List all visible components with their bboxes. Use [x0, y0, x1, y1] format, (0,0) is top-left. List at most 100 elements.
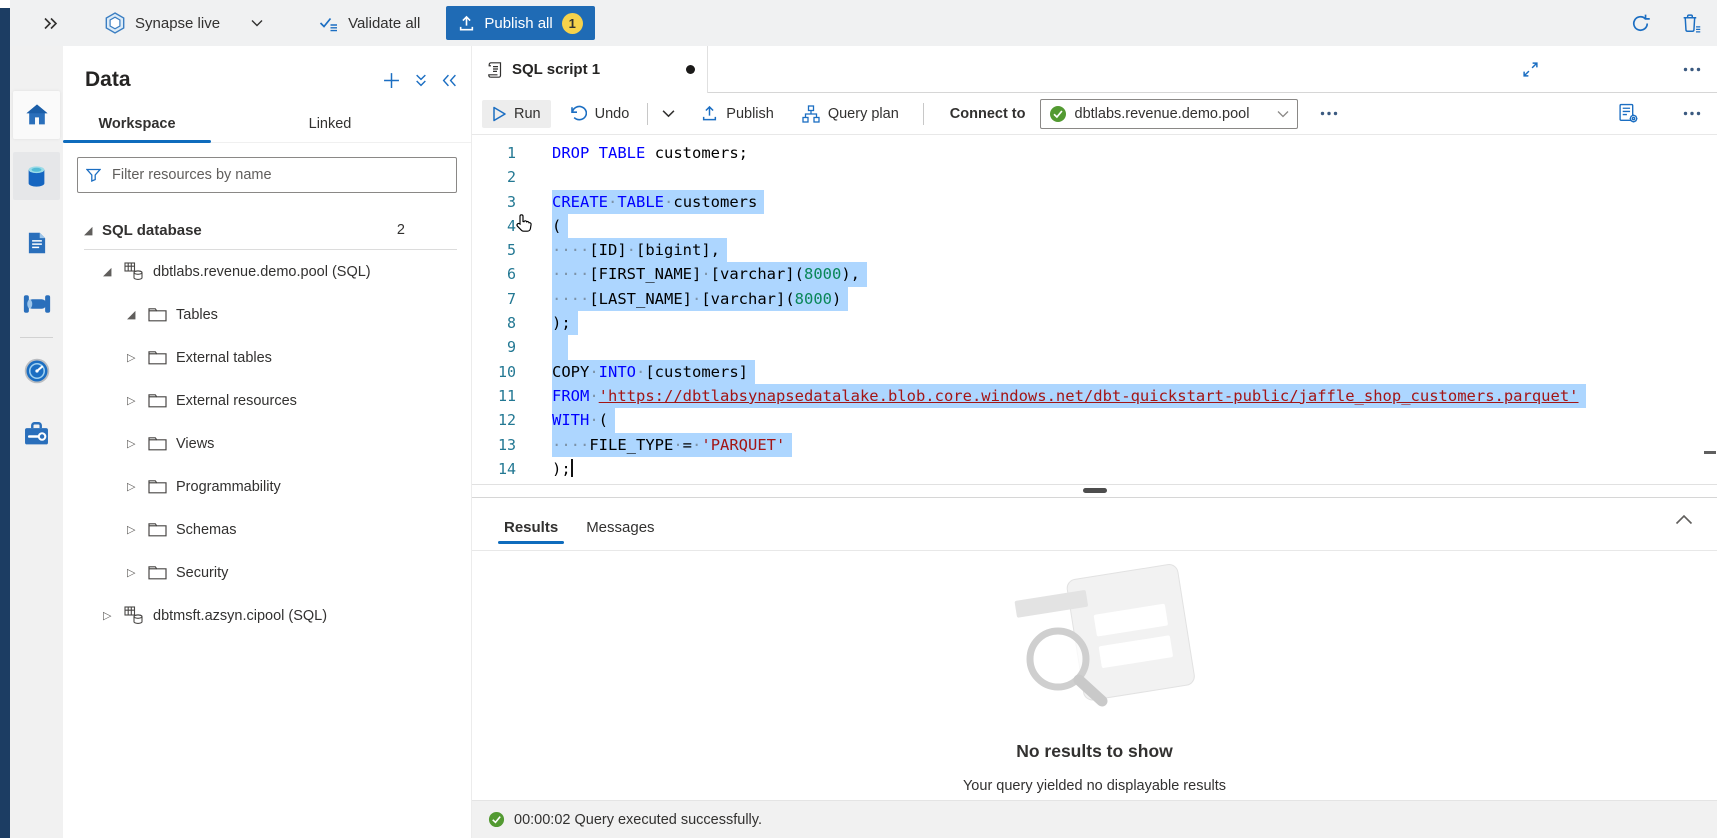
splitter-handle-icon[interactable] [1083, 488, 1107, 493]
filter-resources-input[interactable] [110, 166, 448, 184]
add-resource-icon[interactable] [383, 72, 400, 89]
refresh-icon[interactable] [1630, 13, 1651, 34]
mode-label: Synapse live [135, 15, 220, 32]
code-line-3[interactable]: 3CREATE·TABLE·customers [472, 190, 1717, 214]
code-line-6[interactable]: 6····[FIRST_NAME]·[varchar](8000), [472, 262, 1717, 286]
status-success-icon [488, 811, 505, 828]
discard-all-icon[interactable] [1681, 13, 1701, 34]
run-button[interactable]: Run [482, 100, 551, 128]
code-line-2[interactable]: 2 [472, 165, 1717, 189]
connection-dropdown[interactable]: dbtlabs.revenue.demo.pool [1040, 99, 1298, 129]
tree-item-tables[interactable]: ◢Tables [63, 293, 471, 336]
run-options-chevron-icon[interactable] [656, 109, 681, 118]
expand-editor-icon[interactable] [1522, 46, 1539, 93]
tree-item-views[interactable]: ▷ Views [63, 422, 471, 465]
tree-root-sql-database[interactable]: ◢ SQL database 2 [84, 217, 457, 243]
publish-all-button[interactable]: Publish all 1 [446, 6, 594, 40]
panel-splitter[interactable] [472, 485, 1717, 497]
folder-icon [148, 393, 167, 408]
results-empty-state: No results to show Your query yielded no… [472, 551, 1717, 800]
tab-sql-script-1[interactable]: SQL script 1 [472, 46, 708, 93]
code-line-11[interactable]: 11FROM·'https://dbtlabsynapsedatalake.bl… [472, 384, 1717, 408]
code-editor[interactable]: 1DROP TABLE customers;23CREATE·TABLE·cus… [472, 135, 1717, 485]
collapse-results-chevron-up-icon[interactable] [1675, 514, 1693, 525]
expander-icon[interactable]: ▷ [127, 351, 142, 364]
integrate-icon [22, 291, 52, 317]
expander-icon[interactable]: ◢ [127, 308, 142, 321]
sql-pool-icon [124, 606, 144, 625]
code-line-5[interactable]: 5····[ID]·[bigint], [472, 238, 1717, 262]
empty-state-title: No results to show [1016, 741, 1173, 762]
develop-icon [24, 229, 50, 257]
code-line-4[interactable]: 4( [472, 214, 1717, 238]
expander-icon[interactable]: ◢ [103, 265, 118, 278]
undo-button[interactable]: Undo [559, 99, 640, 128]
folder-icon [148, 479, 167, 494]
query-plan-button[interactable]: Query plan [792, 99, 909, 129]
tree-item-dbtlabs-revenue-demo-pool-sql[interactable]: ◢dbtlabs.revenue.demo.pool (SQL) [63, 250, 471, 293]
rail-item-develop[interactable] [13, 219, 60, 267]
properties-icon[interactable] [1618, 103, 1639, 124]
line-number: 2 [472, 165, 516, 189]
expander-icon[interactable]: ▷ [127, 523, 142, 536]
line-number: 4 [472, 214, 516, 238]
code-line-7[interactable]: 7····[LAST_NAME]·[varchar](8000) [472, 287, 1717, 311]
overview-ruler[interactable] [1703, 135, 1717, 484]
connection-ok-icon [1049, 105, 1067, 123]
sql-script-icon [486, 61, 503, 79]
undo-label: Undo [595, 106, 630, 122]
tab-results[interactable]: Results [490, 519, 572, 550]
tree-item-external-tables[interactable]: ▷External tables [63, 336, 471, 379]
expander-icon[interactable]: ▷ [127, 437, 142, 450]
expander-icon[interactable]: ▷ [127, 566, 142, 579]
monitor-icon [23, 357, 51, 385]
expander-icon[interactable]: ▷ [127, 480, 142, 493]
tree-item-security[interactable]: ▷Security [63, 551, 471, 594]
panel-title: Data [85, 68, 131, 92]
rail-item-integrate[interactable] [13, 280, 60, 328]
tree-item-external-resources[interactable]: ▷External resources [63, 379, 471, 422]
code-line-10[interactable]: 10COPY·INTO·[customers] [472, 360, 1717, 384]
code-line-13[interactable]: 13····FILE_TYPE·=·'PARQUET' [472, 433, 1717, 457]
collapse-panel-icon[interactable] [442, 74, 457, 87]
toolbar-overflow-icon[interactable] [1683, 111, 1701, 116]
publish-upload-icon [458, 15, 475, 32]
rail-item-home[interactable] [13, 91, 60, 139]
chevron-down-icon[interactable] [251, 19, 263, 27]
code-line-8[interactable]: 8); [472, 311, 1717, 335]
text-cursor [571, 459, 574, 477]
rail-item-monitor[interactable] [13, 347, 60, 395]
tree-item-label: Schemas [176, 522, 236, 538]
expander-icon[interactable]: ◢ [84, 224, 99, 237]
toolbar-more-actions-icon[interactable] [1320, 111, 1338, 116]
tree-item-label: Views [176, 436, 214, 452]
command-bar: Synapse live Validate all Publish all 1 [10, 0, 1717, 47]
tree-item-dbtmsft-azsyn-cipool-sql[interactable]: ▷dbtmsft.azsyn.cipool (SQL) [63, 594, 471, 637]
rail-item-data[interactable] [13, 152, 60, 200]
tab-linked[interactable]: Linked [255, 108, 405, 142]
resource-tree: ◢dbtlabs.revenue.demo.pool (SQL)◢Tables▷… [63, 250, 471, 637]
rail-item-manage[interactable] [13, 409, 60, 457]
code-line-12[interactable]: 12WITH·( [472, 408, 1717, 432]
line-number: 1 [472, 141, 516, 165]
expander-icon[interactable]: ▷ [127, 394, 142, 407]
publish-all-label: Publish all [484, 15, 552, 32]
validate-icon [319, 15, 339, 32]
tree-root-count: 2 [397, 222, 405, 238]
validate-all-button[interactable]: Validate all [319, 15, 420, 32]
publish-button[interactable]: Publish [691, 99, 784, 128]
tab-more-actions-icon[interactable] [1683, 46, 1701, 93]
actions-chevron-double-down-icon[interactable] [415, 74, 427, 87]
code-line-9[interactable]: 9 [472, 335, 1717, 359]
tree-item-programmability[interactable]: ▷Programmability [63, 465, 471, 508]
editor-toolbar: Run Undo Publish Query plan Connect to [472, 93, 1717, 135]
tree-item-schemas[interactable]: ▷ Schemas [63, 508, 471, 551]
code-line-14[interactable]: 14); [472, 457, 1717, 481]
expander-icon[interactable]: ▷ [103, 609, 118, 622]
tab-messages[interactable]: Messages [572, 519, 668, 550]
line-number: 5 [472, 238, 516, 262]
mode-selector[interactable]: Synapse live [104, 12, 263, 34]
expand-menu-icon[interactable] [43, 17, 58, 30]
tab-workspace[interactable]: Workspace [63, 108, 211, 142]
code-line-1[interactable]: 1DROP TABLE customers; [472, 141, 1717, 165]
